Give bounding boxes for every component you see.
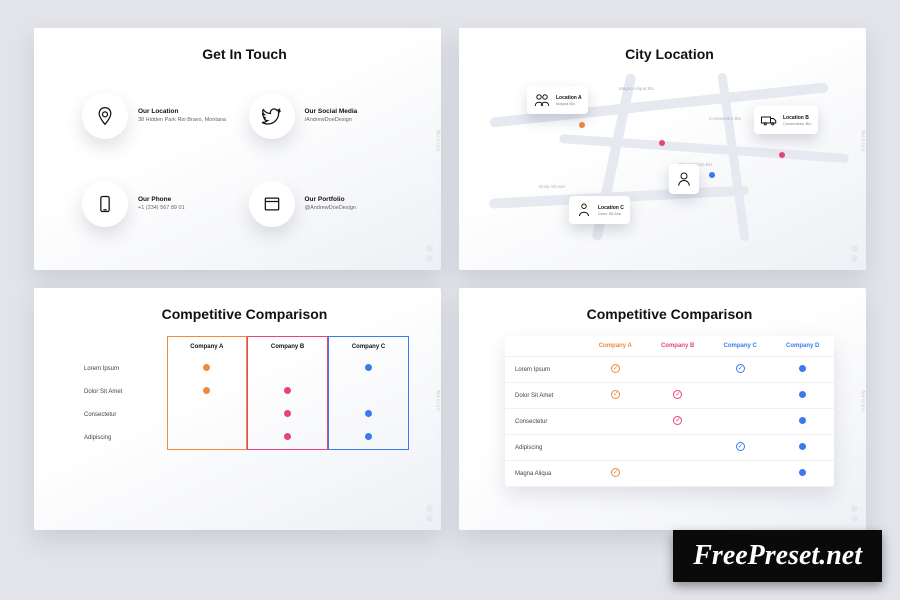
dot-marker: [365, 410, 372, 417]
map-pin-icon: [779, 152, 785, 158]
twitter-bird-icon: [249, 93, 295, 139]
pager-dots: [426, 245, 433, 262]
check-ring-icon: [611, 364, 620, 373]
contact-grid: Our Location38 Hidden Park Rio Bravo, Mo…: [74, 72, 415, 252]
road: [559, 134, 849, 163]
dot-marker: [203, 364, 210, 371]
slide-title: City Location: [499, 46, 840, 62]
dot-marker: [365, 364, 372, 371]
brand-vertical-label: Neolyn: [435, 130, 441, 152]
slide-title: Get In Touch: [74, 46, 415, 62]
check-ring-icon: [736, 364, 745, 373]
dot-marker: [799, 443, 806, 450]
brand-vertical-label: Neolyn: [435, 390, 441, 412]
map-pin-icon: [709, 172, 715, 178]
map-area: Magna Aliqua Blv. Consectetur Blv. Elana…: [499, 72, 840, 252]
dot-marker: [365, 433, 372, 440]
pager-dots: [851, 505, 858, 522]
check-ring-icon: [673, 390, 682, 399]
phone-icon: [82, 181, 128, 227]
slide-comparison-3col: Competitive Comparison Company A Company…: [34, 288, 441, 530]
contact-location: Our Location38 Hidden Park Rio Bravo, Mo…: [82, 78, 241, 154]
comparison-table-3: Company A Company B Company C Lorem Ipsu…: [74, 332, 415, 512]
brand-vertical-label: Neolyn: [860, 130, 866, 152]
person-icon: [575, 201, 593, 219]
contact-portfolio: Our Portfolio@AndrewDoeDesign: [249, 166, 408, 242]
slide-comparison-4col: Competitive Comparison Company A Company…: [459, 288, 866, 530]
dot-marker: [799, 391, 806, 398]
map-pin-icon: [659, 140, 665, 146]
contact-phone: Our Phone+1 (234) 567 89 01: [82, 166, 241, 242]
map-tag-a: Location AMagna Blv.: [527, 86, 588, 114]
dot-marker: [284, 433, 291, 440]
browser-window-icon: [249, 181, 295, 227]
person-avatar-icon: [675, 170, 693, 188]
pager-dots: [426, 505, 433, 522]
dot-marker: [284, 410, 291, 417]
map-tag-person: [669, 164, 699, 194]
delivery-truck-icon: [760, 111, 778, 129]
people-group-icon: [533, 91, 551, 109]
dot-marker: [799, 417, 806, 424]
brand-vertical-label: Neolyn: [860, 390, 866, 412]
dot-marker: [799, 469, 806, 476]
map-pin-icon: [579, 122, 585, 128]
map-tag-b: Location BConsectetur Blv.: [754, 106, 818, 134]
comparison-table-4: Company A Company B Company C Company D …: [499, 332, 840, 512]
comparison-table: Company A Company B Company C Lorem Ipsu…: [80, 336, 409, 450]
slides-grid: Get In Touch Our Location38 Hidden Park …: [0, 0, 900, 600]
slide-title: Competitive Comparison: [74, 306, 415, 322]
map-tag-c: Location CDolor Sit Ave.: [569, 196, 630, 224]
dot-marker: [284, 387, 291, 394]
check-ring-icon: [611, 468, 620, 477]
watermark-banner: FreePreset.net: [673, 530, 882, 582]
contact-social: Our Social Media/AndrewDoeDesign: [249, 78, 408, 154]
dot-marker: [799, 365, 806, 372]
dot-marker: [203, 387, 210, 394]
check-ring-icon: [736, 442, 745, 451]
slide-map: City Location Magna Aliqua Blv. Consecte…: [459, 28, 866, 270]
check-ring-icon: [673, 416, 682, 425]
check-ring-icon: [611, 390, 620, 399]
pager-dots: [851, 245, 858, 262]
slide-contact: Get In Touch Our Location38 Hidden Park …: [34, 28, 441, 270]
comparison-table: Company A Company B Company C Company D …: [505, 336, 834, 487]
slide-title: Competitive Comparison: [499, 306, 840, 322]
location-pin-icon: [82, 93, 128, 139]
